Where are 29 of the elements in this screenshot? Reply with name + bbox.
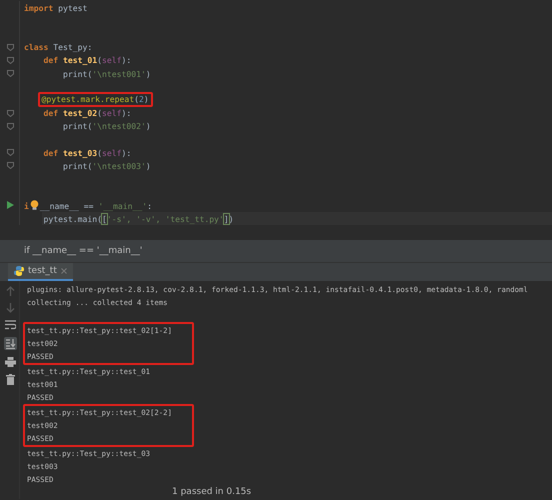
soft-wrap-icon[interactable] xyxy=(4,320,16,330)
breadcrumb[interactable]: if __name__ == '__main__' xyxy=(24,246,142,256)
trash-icon[interactable] xyxy=(6,374,14,385)
fold-icon[interactable] xyxy=(6,44,14,51)
lightbulb-icon[interactable] xyxy=(30,200,39,210)
up-arrow-icon[interactable] xyxy=(6,286,14,296)
code-line: def test_03(self): xyxy=(42,148,132,158)
print-icon[interactable] xyxy=(4,357,16,367)
run-tab[interactable]: test_tt xyxy=(8,263,73,281)
close-icon[interactable] xyxy=(60,268,67,274)
code-line: import pytest xyxy=(23,2,88,13)
fold-icon[interactable] xyxy=(6,122,14,130)
code-line: i __name__ == '__main__': xyxy=(23,200,152,211)
fold-icon[interactable] xyxy=(6,70,14,78)
fold-icon[interactable] xyxy=(6,110,14,117)
code-line: def test_02(self): xyxy=(42,108,132,118)
code-line: print('\ntest002') xyxy=(62,121,151,132)
test-summary: 1 passed in 0.15s xyxy=(171,486,252,499)
python-icon xyxy=(14,266,24,276)
code-line: def test_01(self): xyxy=(42,55,132,66)
fold-icon[interactable] xyxy=(6,56,14,64)
code-line: print('\ntest001') xyxy=(62,68,151,79)
scroll-to-end-icon[interactable] xyxy=(4,337,16,350)
code-line: print('\ntest003') xyxy=(62,160,151,171)
down-arrow-icon[interactable] xyxy=(6,303,14,313)
code-line: class Test_py: xyxy=(23,42,92,52)
fold-icon[interactable] xyxy=(6,162,14,170)
fold-icon[interactable] xyxy=(6,149,14,156)
run-icon[interactable] xyxy=(6,201,14,210)
